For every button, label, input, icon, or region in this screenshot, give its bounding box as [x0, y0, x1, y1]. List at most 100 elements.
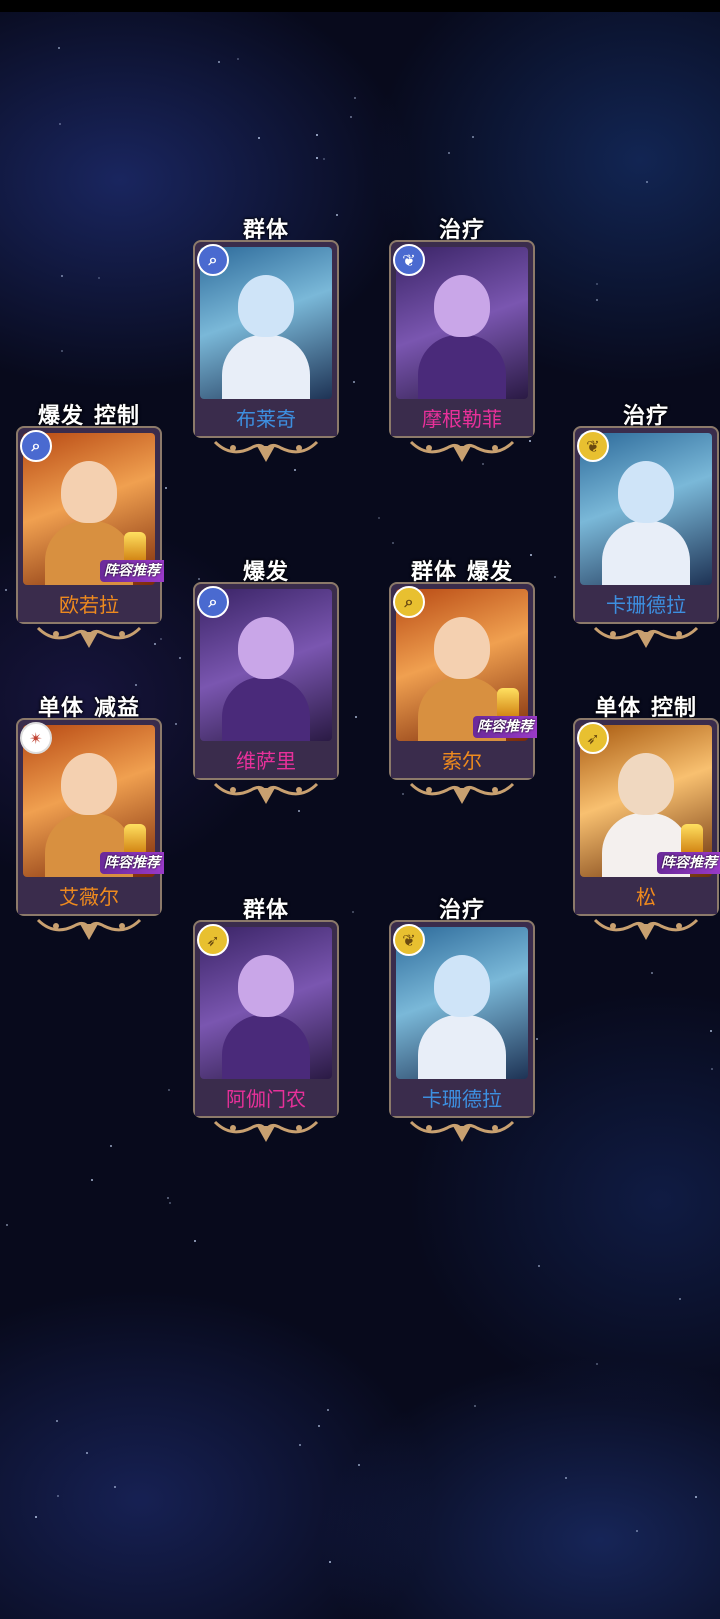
hero-name: 阿伽门农: [195, 1082, 337, 1116]
hero-card-agamemnon[interactable]: 群体 ➶ 阿伽门农: [193, 892, 339, 1150]
hero-card-aiweier[interactable]: 单体 减益 ✴ 阵容推荐 艾薇尔: [16, 690, 164, 948]
magnifier-icon: ⌕: [20, 430, 52, 462]
hero-card-frame: ⌕ 维萨里: [193, 582, 339, 780]
star: [353, 381, 355, 383]
recommend-badge: 阵容推荐: [473, 716, 537, 738]
hero-card-frame: ⌕ 阵容推荐 欧若拉: [16, 426, 164, 624]
hero-body: [602, 521, 690, 585]
magnifier-icon: ⌕: [197, 244, 229, 276]
hero-card-kashan1[interactable]: 治疗 ❦ 卡珊德拉: [573, 398, 719, 656]
card-ornament: [213, 1120, 319, 1142]
star: [536, 1038, 538, 1040]
hero-card-frame: ⌕ 阵容推荐索尔: [389, 582, 537, 780]
star: [194, 1240, 196, 1242]
star: [378, 517, 380, 519]
star: [179, 657, 181, 659]
card-ornament: [593, 918, 699, 940]
hero-head: [238, 617, 294, 679]
recommend-badge: 阵容推荐: [657, 852, 720, 874]
hero-card-frame: ⌕ 布莱奇: [193, 240, 339, 438]
star: [318, 1425, 320, 1427]
star: [358, 1464, 360, 1466]
hero-name: 欧若拉: [18, 588, 160, 622]
star: [651, 972, 653, 974]
star: [711, 1068, 713, 1070]
angel-wing-icon: ❦: [577, 430, 609, 462]
star: [114, 1486, 116, 1488]
card-ornament: [36, 918, 142, 940]
recommend-potion-icon: [497, 688, 519, 718]
hero-head: [238, 275, 294, 337]
card-ornament: [409, 782, 515, 804]
hero-name: 松: [575, 880, 717, 914]
magnifier-icon: ⌕: [197, 586, 229, 618]
star: [538, 1265, 540, 1267]
star: [596, 283, 598, 285]
hero-card-song[interactable]: 单体 控制 ➶ 阵容推荐松: [573, 690, 720, 948]
card-ornament: [409, 1120, 515, 1142]
star: [329, 1561, 331, 1563]
hero-name: 卡珊德拉: [391, 1082, 533, 1116]
star: [316, 134, 318, 136]
hero-card-frame: ➶ 阿伽门农: [193, 920, 339, 1118]
angel-wing-icon: ❦: [393, 924, 425, 956]
shuriken-icon: ✴: [20, 722, 52, 754]
star: [169, 1202, 171, 1204]
card-ornament: [593, 626, 699, 648]
star: [58, 47, 60, 49]
star: [355, 716, 357, 718]
magnifier-icon: ⌕: [393, 586, 425, 618]
star: [35, 1516, 37, 1518]
star: [110, 1145, 112, 1147]
hero-card-frame: ❦ 卡珊德拉: [573, 426, 719, 624]
star: [59, 123, 61, 125]
star: [695, 1496, 697, 1498]
hero-head: [434, 617, 490, 679]
hero-body: [222, 1015, 310, 1079]
formation-screen: 群体 ⌕ 布莱奇 治疗 ❦ 摩根勒菲 爆发 控制 ⌕ 阵容推荐 欧若拉 治疗 ❦ 卡珊德拉 爆发 ⌕ 维…: [0, 0, 720, 1619]
hero-body: [222, 335, 310, 399]
star: [472, 136, 474, 138]
hero-name: 索尔: [391, 744, 533, 778]
star: [135, 684, 137, 686]
hero-head: [434, 955, 490, 1017]
card-ornament: [36, 626, 142, 648]
star: [323, 158, 325, 160]
star: [6, 1224, 8, 1226]
star: [61, 275, 63, 277]
star: [474, 1405, 476, 1407]
hero-body: [418, 335, 506, 399]
star: [61, 350, 63, 352]
hero-card-visari[interactable]: 爆发 ⌕ 维萨里: [193, 554, 339, 812]
star: [596, 1363, 598, 1365]
hero-name: 摩根勒菲: [391, 402, 533, 436]
hero-body: [222, 677, 310, 741]
star: [258, 137, 260, 139]
recommend-badge: 阵容推荐: [100, 852, 164, 874]
hero-card-sol[interactable]: 群体 爆发 ⌕ 阵容推荐 索尔: [389, 554, 537, 812]
star: [5, 589, 7, 591]
hero-name: 布莱奇: [195, 402, 337, 436]
hero-card-frame: ✴ 阵容推荐艾薇尔: [16, 718, 164, 916]
star: [392, 542, 394, 544]
star: [327, 1409, 329, 1411]
card-ornament: [409, 440, 515, 462]
hero-card-orla[interactable]: 爆发 控制 ⌕ 阵容推荐 欧若拉: [16, 398, 164, 656]
hero-name: 维萨里: [195, 744, 337, 778]
star: [167, 1197, 169, 1199]
hero-name: 艾薇尔: [18, 880, 160, 914]
star: [316, 157, 318, 159]
hero-card-frame: ❦ 摩根勒菲: [389, 240, 535, 438]
star: [646, 181, 648, 183]
star: [679, 1298, 681, 1300]
hero-card-morgan[interactable]: 治疗 ❦ 摩根勒菲: [389, 212, 535, 470]
star: [299, 1444, 301, 1446]
hero-card-blake[interactable]: 群体 ⌕ 布莱奇: [193, 212, 339, 470]
hero-head: [238, 955, 294, 1017]
hero-head: [61, 753, 117, 815]
hero-card-kashan2[interactable]: 治疗 ❦ 卡珊德拉: [389, 892, 535, 1150]
hero-head: [434, 275, 490, 337]
bow-icon: ➶: [197, 924, 229, 956]
hero-head: [61, 461, 117, 523]
recommend-potion-icon: [681, 824, 703, 854]
